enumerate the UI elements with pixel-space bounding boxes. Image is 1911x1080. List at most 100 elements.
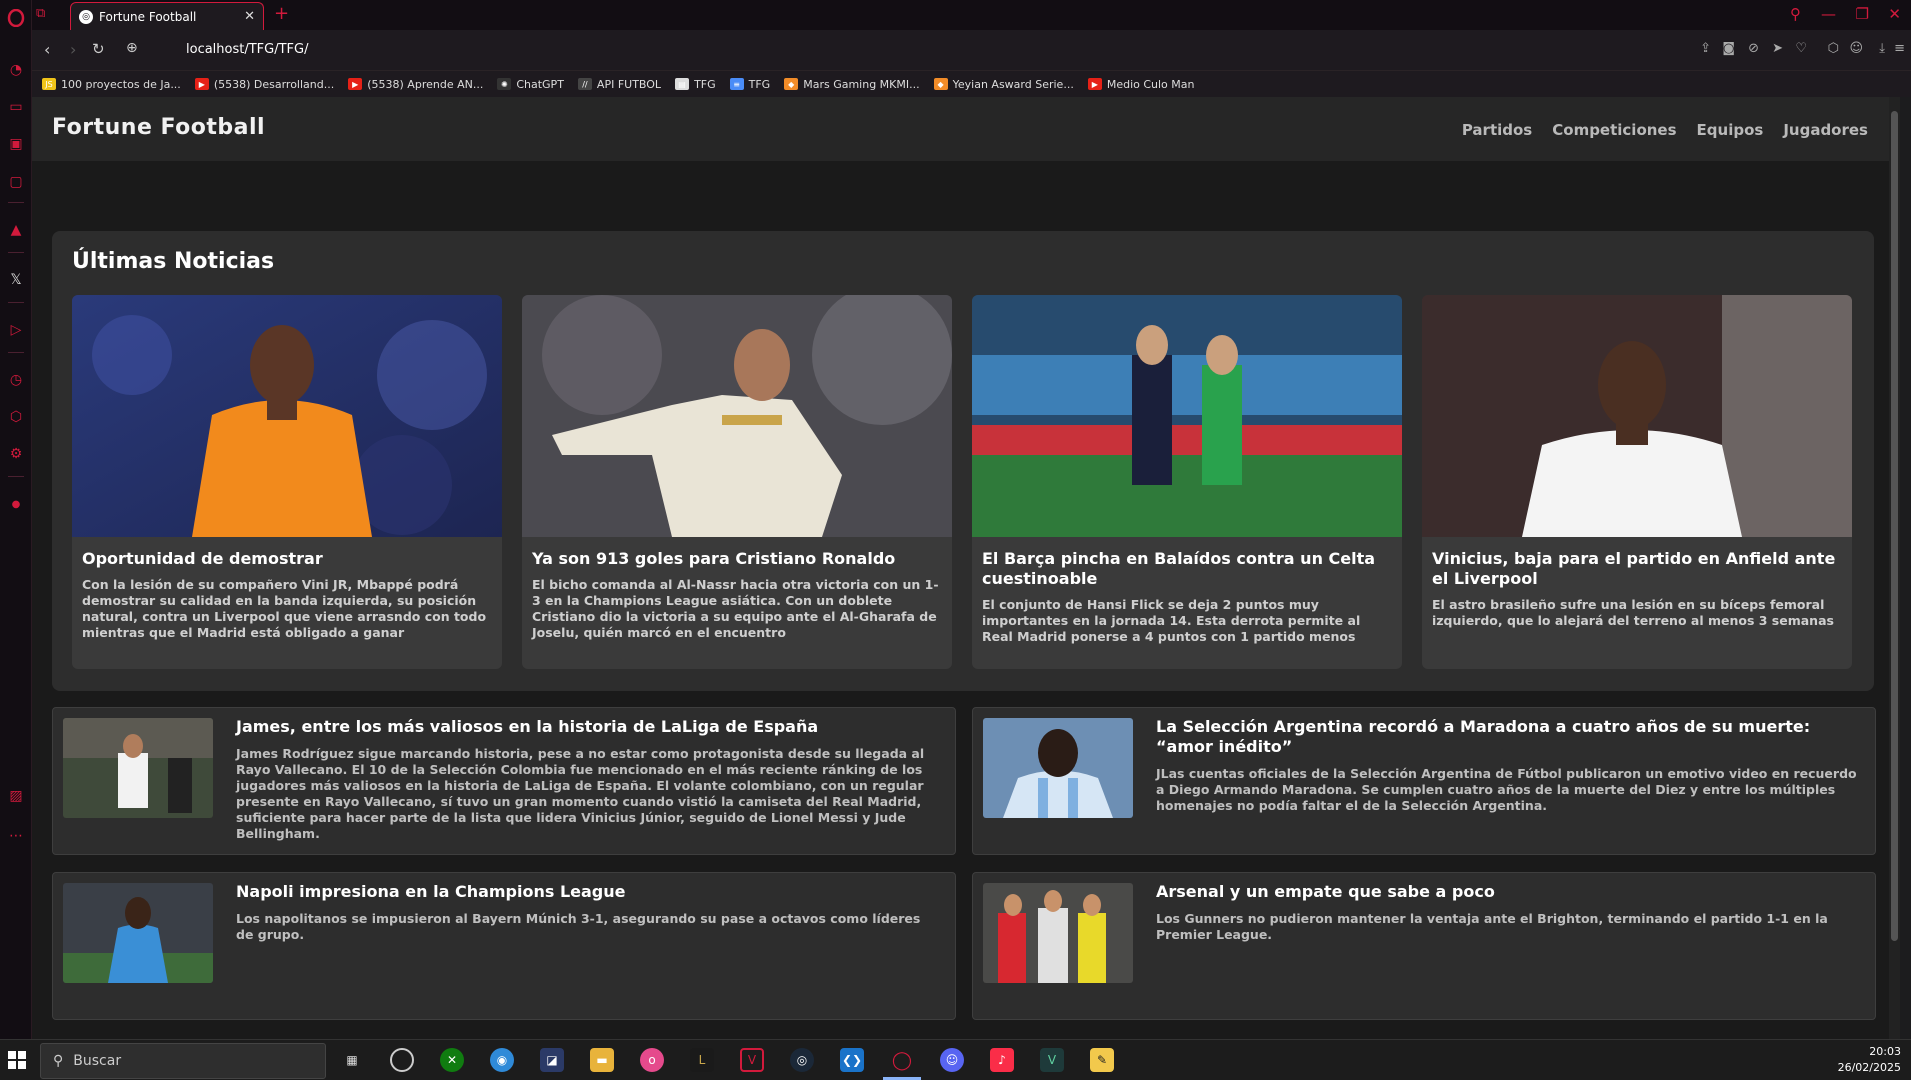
bookmark-favicon-icon: ◆ bbox=[784, 78, 799, 90]
page-scrollbar[interactable] bbox=[1889, 97, 1900, 1039]
app-blue-icon[interactable]: ◉ bbox=[490, 1048, 514, 1072]
player-icon[interactable]: ▷ bbox=[6, 320, 26, 340]
share-icon[interactable]: ⇪ bbox=[1700, 41, 1711, 56]
list-item[interactable]: Napoli impresiona en la Champions League… bbox=[52, 872, 956, 1020]
speed-dial-icon[interactable]: ◔ bbox=[6, 60, 26, 80]
reload-icon[interactable]: ↻ bbox=[92, 40, 105, 58]
maradona-photo bbox=[983, 718, 1133, 818]
nav-competiciones[interactable]: Competiciones bbox=[1552, 121, 1676, 139]
system-clock[interactable]: 20:03 26/02/2025 bbox=[1838, 1044, 1901, 1076]
site-info-globe-icon[interactable]: ⊕ bbox=[126, 40, 138, 56]
tab-search-icon[interactable]: ⧉ bbox=[36, 6, 45, 21]
snapshot-camera-icon[interactable]: ◙ bbox=[1722, 41, 1735, 56]
close-tab-icon[interactable]: ✕ bbox=[244, 9, 255, 24]
bookmark-item[interactable]: ◆ Yeyian Asward Serie... bbox=[933, 78, 1074, 91]
bookmark-label: API FUTBOL bbox=[596, 77, 662, 91]
osu-icon[interactable]: o bbox=[640, 1048, 664, 1072]
bookmark-label: ChatGPT bbox=[516, 77, 564, 91]
restore-icon[interactable]: ❐ bbox=[1856, 5, 1869, 23]
file-explorer-icon[interactable]: ▬ bbox=[590, 1048, 614, 1072]
list-item-title[interactable]: La Selección Argentina recordó a Maradon… bbox=[1156, 717, 1859, 757]
taskbar-search[interactable]: ⚲ Buscar bbox=[40, 1043, 326, 1079]
search-icon: ⚲ bbox=[53, 1053, 64, 1069]
list-item[interactable]: Arsenal y un empate que sabe a poco Los … bbox=[972, 872, 1876, 1020]
search-tabs-icon[interactable]: ⚲ bbox=[1790, 5, 1801, 23]
featured-card-title[interactable]: Vinicius, baja para el partido en Anfiel… bbox=[1432, 549, 1842, 589]
extensions-cube-icon[interactable]: ⬡ bbox=[6, 407, 26, 427]
app-navy-icon[interactable]: ◪ bbox=[540, 1048, 564, 1072]
vinicius-photo bbox=[1422, 295, 1852, 537]
steam-icon[interactable]: ◎ bbox=[790, 1048, 814, 1072]
featured-card-desc: Con la lesión de su compañero Vini JR, M… bbox=[82, 577, 487, 640]
bookmark-item[interactable]: ◆ Mars Gaming MKMI... bbox=[784, 78, 920, 91]
opera-taskbar-icon[interactable]: ◯ bbox=[890, 1048, 914, 1072]
league-icon[interactable]: L bbox=[690, 1048, 714, 1072]
vscode-icon[interactable]: ❮❯ bbox=[840, 1048, 864, 1072]
discord-icon[interactable]: ▢ bbox=[6, 172, 26, 192]
discord-taskbar-icon[interactable]: ☺ bbox=[940, 1048, 964, 1072]
bookmark-item[interactable]: ✺ ChatGPT bbox=[497, 78, 564, 91]
nav-equipos[interactable]: Equipos bbox=[1697, 121, 1764, 139]
bookmark-favicon-icon: JS bbox=[42, 78, 56, 90]
featured-card-title[interactable]: Oportunidad de demostrar bbox=[82, 549, 492, 569]
briefcase-icon[interactable]: ▭ bbox=[6, 97, 26, 117]
extensions-icon[interactable]: ⬡ bbox=[1828, 41, 1839, 56]
valorant-icon[interactable]: V bbox=[740, 1048, 764, 1072]
list-item-title[interactable]: Arsenal y un empate que sabe a poco bbox=[1156, 882, 1859, 902]
clock-time: 20:03 bbox=[1869, 1045, 1901, 1058]
nav-partidos[interactable]: Partidos bbox=[1462, 121, 1532, 139]
history-icon[interactable]: ◷ bbox=[6, 370, 26, 390]
new-tab-icon[interactable]: + bbox=[274, 3, 289, 24]
list-item[interactable]: James, entre los más valiosos en la hist… bbox=[52, 707, 956, 855]
url-field[interactable]: localhost/TFG/TFG/ bbox=[186, 42, 308, 57]
apple-music-icon[interactable]: ♪ bbox=[990, 1048, 1014, 1072]
send-icon[interactable]: ➤ bbox=[1772, 41, 1783, 56]
bookmark-favicon-icon: // bbox=[577, 78, 592, 90]
windows-start-icon[interactable] bbox=[8, 1051, 26, 1069]
site-logo[interactable]: Fortune Football bbox=[52, 115, 265, 140]
bookmark-item[interactable]: ▶ (5538) Aprende AN... bbox=[348, 78, 483, 91]
menu-icon[interactable]: ≡ bbox=[1894, 41, 1905, 56]
tab-fortune-football[interactable]: ◎ Fortune Football ✕ bbox=[70, 2, 264, 30]
back-icon[interactable]: ‹ bbox=[44, 40, 50, 59]
adblock-icon[interactable]: ⊘ bbox=[1748, 41, 1759, 56]
bookmark-item[interactable]: JS 100 proyectos de Ja... bbox=[42, 78, 181, 91]
featured-card[interactable]: Vinicius, baja para el partido en Anfiel… bbox=[1422, 295, 1852, 669]
bookmark-item[interactable]: ≡ TFG bbox=[729, 78, 770, 91]
bookmark-heart-icon[interactable]: ♡ bbox=[1795, 41, 1807, 56]
chatgpt-app-icon[interactable] bbox=[390, 1048, 414, 1072]
bookmark-item[interactable]: ▶ Medio Culo Man bbox=[1087, 78, 1195, 91]
settings-gear-icon[interactable]: ⚙ bbox=[6, 444, 26, 464]
opera-logo-icon[interactable] bbox=[6, 8, 26, 28]
featured-card[interactable]: El Barça pincha en Balaídos contra un Ce… bbox=[972, 295, 1402, 669]
bookmark-favicon-icon: ▶ bbox=[194, 78, 209, 90]
x-twitter-icon[interactable]: 𝕏 bbox=[6, 270, 26, 290]
vpn-badge-icon[interactable]: ● bbox=[6, 494, 26, 514]
more-dots-icon[interactable]: ⋯ bbox=[6, 826, 26, 846]
featured-card[interactable]: Ya son 913 goles para Cristiano Ronaldo … bbox=[522, 295, 952, 669]
featured-card-title[interactable]: El Barça pincha en Balaídos contra un Ce… bbox=[982, 549, 1392, 589]
minimize-icon[interactable]: — bbox=[1821, 5, 1836, 23]
gallery-icon[interactable]: ▨ bbox=[6, 786, 26, 806]
close-window-icon[interactable]: ✕ bbox=[1888, 5, 1901, 23]
notes-app-icon[interactable]: ✎ bbox=[1090, 1048, 1114, 1072]
task-view-icon[interactable]: ▦ bbox=[340, 1048, 364, 1072]
twitch-icon[interactable]: ▣ bbox=[6, 134, 26, 154]
list-item[interactable]: La Selección Argentina recordó a Maradon… bbox=[972, 707, 1876, 855]
bookmark-item[interactable]: ▶ (5538) Desarrolland... bbox=[194, 78, 334, 91]
list-item-title[interactable]: James, entre los más valiosos en la hist… bbox=[236, 717, 939, 737]
nav-jugadores[interactable]: Jugadores bbox=[1783, 121, 1868, 139]
bookmark-item[interactable]: // API FUTBOL bbox=[577, 77, 662, 91]
aria-icon[interactable]: ▲ bbox=[6, 220, 26, 240]
scrollbar-thumb[interactable] bbox=[1891, 111, 1898, 941]
profile-icon[interactable]: ☺ bbox=[1849, 41, 1863, 56]
featured-card-title[interactable]: Ya son 913 goles para Cristiano Ronaldo bbox=[532, 549, 942, 569]
app-vs-icon[interactable]: V bbox=[1040, 1048, 1064, 1072]
barca-celta-photo bbox=[972, 295, 1402, 537]
list-item-title[interactable]: Napoli impresiona en la Champions League bbox=[236, 882, 939, 902]
download-icon[interactable]: ⤓ bbox=[1879, 41, 1885, 56]
xbox-icon[interactable]: ✕ bbox=[440, 1048, 464, 1072]
featured-card[interactable]: Oportunidad de demostrar Con la lesión d… bbox=[72, 295, 502, 669]
forward-icon[interactable]: › bbox=[70, 40, 76, 59]
bookmark-item[interactable]: ▤ TFG bbox=[675, 78, 716, 91]
